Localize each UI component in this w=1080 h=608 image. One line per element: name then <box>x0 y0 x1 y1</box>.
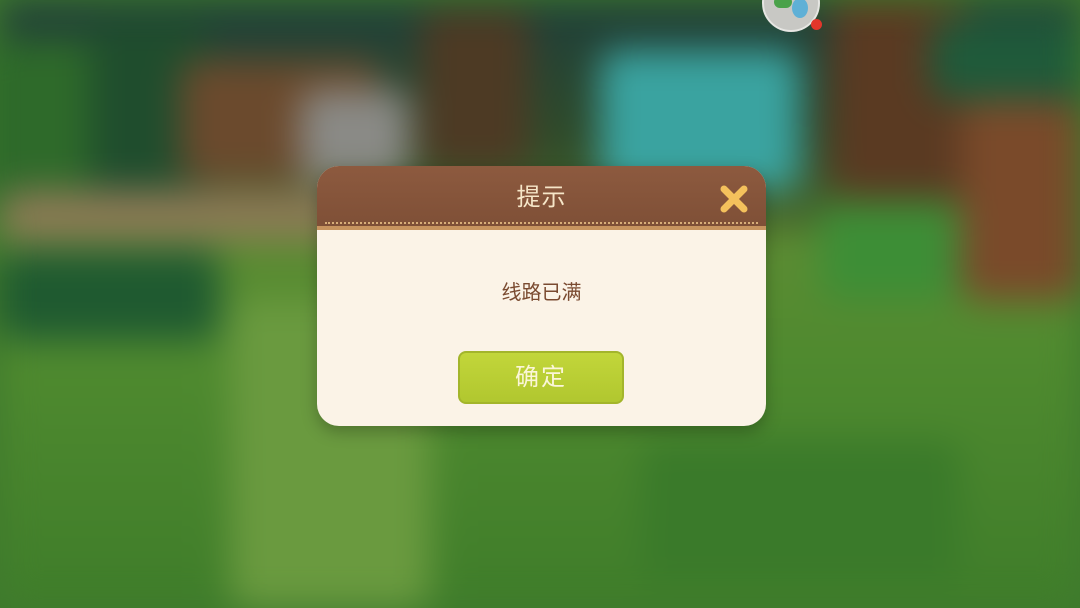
close-button[interactable] <box>717 182 751 216</box>
game-screen: 提示 线路已满 确定 <box>0 0 1080 608</box>
close-icon <box>720 185 748 213</box>
notice-dialog: 提示 线路已满 确定 <box>317 166 766 426</box>
notification-dot-icon <box>811 19 822 30</box>
dialog-message: 线路已满 <box>501 280 582 304</box>
confirm-button[interactable]: 确定 <box>458 351 624 404</box>
dialog-title: 提示 <box>516 183 567 211</box>
